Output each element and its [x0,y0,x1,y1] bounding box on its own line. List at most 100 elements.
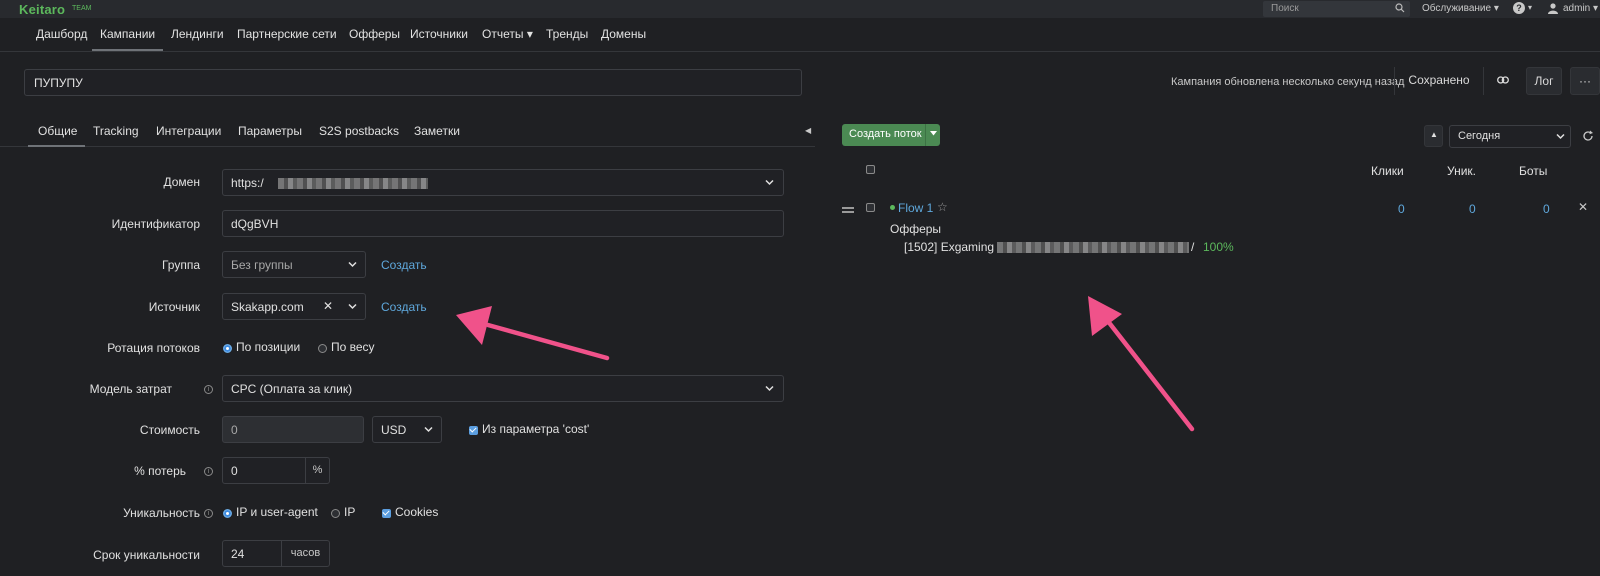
info-icon[interactable]: i [204,385,213,394]
chevron-down-icon [348,261,357,268]
uniqueness-ip-label[interactable]: IP [344,505,355,519]
uniqueness-ip-radio[interactable] [331,509,340,518]
sort-button[interactable]: ▲ [1424,125,1443,147]
nav-item-affiliate-networks[interactable]: Партнерские сети [237,27,337,41]
chevron-down-icon [1556,133,1565,140]
uniqueness-period-input[interactable]: 24 часов [222,540,330,567]
global-search-input[interactable]: Поиск [1263,1,1410,17]
nav-active-indicator [92,49,163,51]
campaign-name-input[interactable]: ПУПУПУ [24,69,802,96]
select-all-checkbox[interactable] [866,165,875,174]
domain-select[interactable]: https:/ [222,169,784,196]
create-source-link[interactable]: Создать [381,300,427,314]
annotation-arrow-source [456,306,610,361]
flow-checkbox[interactable] [866,203,875,212]
chevron-down-icon [765,385,774,392]
clear-source-icon[interactable]: ✕ [323,299,333,313]
help-menu-caret[interactable]: ▾ [1528,3,1532,12]
uniqueness-cookies-checkbox[interactable] [382,509,391,518]
service-menu[interactable]: Обслуживание ▾ [1422,3,1499,14]
currency-select[interactable]: USD [372,416,442,443]
drag-handle-icon[interactable] [842,207,854,213]
flow-unique[interactable]: 0 [1469,202,1476,216]
cost-input[interactable]: 0 [222,416,364,443]
rotation-by-weight-label[interactable]: По весу [331,340,375,354]
caret-down-icon[interactable] [930,131,937,136]
tab-notes[interactable]: Заметки [414,124,460,138]
redacted-domain [278,178,428,189]
sort-up-icon: ▲ [1430,130,1438,139]
divider [1394,67,1395,95]
collapse-panel-icon[interactable]: ◀ [805,126,811,135]
nav-item-offers[interactable]: Офферы [349,27,400,41]
uniqueness-ip-ua-radio[interactable] [223,509,232,518]
search-placeholder: Поиск [1271,3,1299,14]
nav-item-domains[interactable]: Домены [601,27,646,41]
divider [1483,67,1484,95]
source-select[interactable]: Skakapp.com ✕ [222,293,366,320]
annotation-arrow-offer [1088,296,1195,432]
period-select[interactable]: Сегодня [1449,125,1571,148]
nav-item-trends[interactable]: Тренды [546,27,588,41]
uniqueness-period-label: Срок уникальности [93,548,200,562]
column-bots[interactable]: Боты [1519,164,1547,178]
group-label: Группа [161,258,200,272]
tab-integrations[interactable]: Интеграции [156,124,221,138]
tab-active-indicator [28,145,85,147]
cost-model-label: Модель затрат [89,382,172,396]
nav-item-landings[interactable]: Лендинги [171,27,224,41]
campaign-link-button[interactable] [1488,67,1517,95]
log-button[interactable]: Лог [1526,67,1562,95]
nav-item-campaigns[interactable]: Кампании [100,27,155,41]
info-icon[interactable]: i [204,467,213,476]
cost-model-select[interactable]: CPC (Оплата за клик) [222,375,784,402]
create-flow-button[interactable]: Создать поток [842,124,940,146]
loss-input[interactable]: 0 % [222,457,330,484]
group-select[interactable]: Без группы [222,251,366,278]
nav-item-sources[interactable]: Источники [410,27,468,41]
nav-item-reports[interactable]: Отчеты ▾ [482,27,533,41]
tab-parameters[interactable]: Параметры [238,124,302,138]
user-menu[interactable]: admin ▾ [1563,3,1598,14]
cost-from-param-label[interactable]: Из параметра 'cost' [482,422,589,436]
column-clicks[interactable]: Клики [1371,164,1404,178]
currency-value: USD [381,423,407,437]
uniqueness-cookies-label[interactable]: Cookies [395,505,438,519]
identifier-input[interactable]: dQgBVH [222,210,784,237]
info-icon[interactable]: i [204,509,213,518]
rotation-by-position-radio[interactable] [223,344,232,353]
more-actions-button[interactable]: ··· [1570,67,1600,95]
redacted-offer-url [997,242,1189,253]
close-icon[interactable]: ✕ [1578,200,1588,214]
flow-offer-separator: / [1191,240,1195,254]
chevron-down-icon [765,179,774,186]
column-unique[interactable]: Уник. [1447,164,1476,178]
campaign-name-value: ПУПУПУ [34,76,83,90]
cost-from-param-checkbox[interactable] [469,426,478,435]
rotation-by-weight-radio[interactable] [318,344,327,353]
uniqueness-label: Уникальность [123,506,200,520]
create-group-link[interactable]: Создать [381,258,427,272]
refresh-icon[interactable] [1582,130,1594,142]
flow-offer-name[interactable]: [1502] Exgaming [904,240,994,254]
tab-tracking[interactable]: Tracking [93,124,139,138]
source-value: Skakapp.com [231,300,304,314]
tab-general[interactable]: Общие [38,124,77,138]
flow-bots[interactable]: 0 [1543,202,1550,216]
star-icon[interactable]: ☆ [937,200,948,214]
flow-clicks[interactable]: 0 [1398,202,1405,216]
chevron-down-icon [424,426,433,433]
uniqueness-ip-ua-label[interactable]: IP и user-agent [236,505,318,519]
identifier-label: Идентификатор [111,217,200,231]
nav-item-dashboard[interactable]: Дашборд [36,27,87,41]
tab-s2s-postbacks[interactable]: S2S postbacks [319,124,399,138]
cost-model-value: CPC (Оплата за клик) [231,382,353,396]
flow-name-link[interactable]: Flow 1 [898,201,933,215]
saved-button[interactable]: Сохранено [1400,67,1478,95]
help-icon[interactable]: ? [1513,2,1525,14]
user-icon[interactable] [1548,3,1558,14]
rotation-label: Ротация потоков [107,341,200,355]
rotation-by-position-label[interactable]: По позиции [236,340,300,354]
campaign-tabs: Общие Tracking Интеграции Параметры S2S … [0,112,815,147]
brand-logo[interactable]: Keitaro [19,2,65,17]
